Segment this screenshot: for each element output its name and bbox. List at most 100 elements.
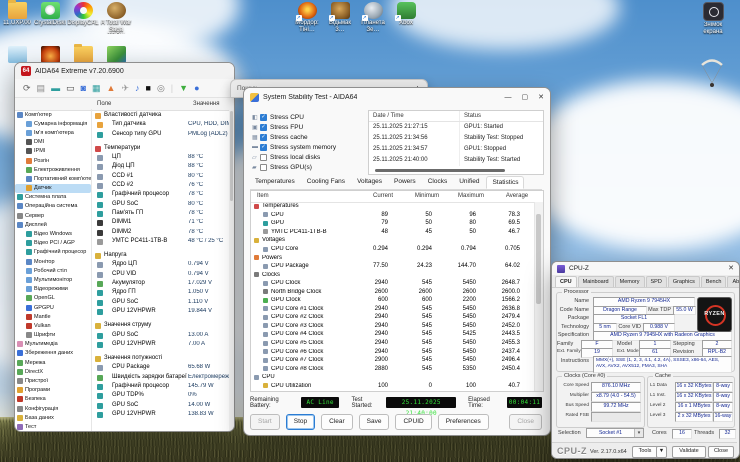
sensor-row[interactable]: Значення струму <box>92 321 232 330</box>
sensor-row[interactable]: GPU SoC1.110 V <box>92 298 232 307</box>
sensor-row[interactable]: GPU 12VHPWR19.844 V <box>92 307 232 316</box>
sidebar-item[interactable]: DMI <box>15 138 91 147</box>
sensor-row[interactable]: Акумулятор17.029 V <box>92 279 232 288</box>
tab-statistics[interactable]: Statistics <box>486 176 524 189</box>
stats-row[interactable]: CPU Package77.5024.23144.7064.02 <box>251 262 535 271</box>
sidebar-item[interactable]: Ім'я комп'ютера <box>15 128 91 137</box>
close-button[interactable]: Close <box>708 446 734 458</box>
memory-icon[interactable]: ▭ <box>66 83 75 93</box>
sensor-row[interactable]: Значення потужності <box>92 354 232 363</box>
tab-spd[interactable]: SPD <box>646 276 667 287</box>
close-icon[interactable]: ✕ <box>728 265 734 272</box>
checkbox[interactable]: ✓ <box>260 144 267 151</box>
sensor-row[interactable]: CCD #276 °C <box>92 181 232 190</box>
sensor-row[interactable]: УМТС PC411-1TB-B48 °C / 25 °C <box>92 237 232 246</box>
sidebar-item[interactable]: Тест <box>15 422 91 431</box>
sidebar-item[interactable]: OpenGL <box>15 294 91 303</box>
stats-row[interactable]: Clocks <box>251 270 535 279</box>
sidebar-item[interactable]: Робочий стіл <box>15 266 91 275</box>
aida64-scrollbar[interactable] <box>229 109 234 431</box>
sensor-row[interactable]: GPU SoC13.00 A <box>92 331 232 340</box>
tab-memory[interactable]: Memory <box>615 276 645 287</box>
stats-row[interactable]: CPU Core #6 Clock294054554502437.4 <box>251 347 535 356</box>
cpuz-titlebar[interactable]: CPU-Z ✕ <box>552 262 739 275</box>
update-icon[interactable]: ▼ <box>179 83 188 93</box>
stress-option[interactable]: ▰Stress GPU(s) <box>252 162 364 172</box>
sidebar-item[interactable]: Мультимонітор <box>15 275 91 284</box>
stats-row[interactable]: CPU Core #7 Clock290054554502496.4 <box>251 356 535 365</box>
sensor-row[interactable]: CCD #180 °C <box>92 172 232 181</box>
tab-cpu[interactable]: CPU <box>555 276 577 287</box>
sidebar-item[interactable]: Комп'ютер <box>15 110 91 119</box>
benchmark-icon[interactable]: ✈ <box>121 83 129 93</box>
desktop-icon-screenshot-app[interactable]: Знімок екрана <box>697 2 729 35</box>
sensor-row[interactable]: Ядро ГП1.050 V <box>92 288 232 297</box>
sidebar-item[interactable]: Відеорежими <box>15 285 91 294</box>
sidebar-item[interactable]: Mantle <box>15 312 91 321</box>
sidebar-item[interactable]: IPMI <box>15 147 91 156</box>
stats-row[interactable]: CPU Core #2 Clock294054554502479.4 <box>251 313 535 322</box>
stress-option[interactable]: ▣✓Stress FPU <box>252 122 364 132</box>
validate-button[interactable]: Validate <box>672 446 706 458</box>
sidebar-item[interactable]: Операційна система <box>15 202 91 211</box>
sidebar-item[interactable]: Графічний процесор <box>15 248 91 257</box>
log-row[interactable]: 25.11.2025 21:27:15GPU1: Started <box>369 122 543 133</box>
stats-row[interactable]: CPU Utilization100010040.7 <box>251 381 535 390</box>
stats-row[interactable]: Voltages <box>251 236 535 245</box>
sidebar-item[interactable]: Мультимедіа <box>15 340 91 349</box>
stress-flame-icon[interactable]: ▲ <box>107 83 116 93</box>
sensor-row[interactable]: GPU TDP%0% <box>92 391 232 400</box>
sensor-row[interactable]: CPU VID0.794 V <box>92 270 232 279</box>
stress-option[interactable]: ▬✓Stress system memory <box>252 142 364 152</box>
checkbox[interactable]: ✓ <box>260 114 267 121</box>
stats-row[interactable]: CPU Core #8 Clock288054553502450.4 <box>251 364 535 373</box>
desktop-icon-game-shortcut-1[interactable]: Мордор: Тіні… <box>291 2 323 33</box>
audio-icon[interactable]: ♪ <box>135 83 140 93</box>
tools-dropdown-icon[interactable]: ▼ <box>656 446 667 458</box>
sensor-row[interactable]: GPU SoC80 °C <box>92 200 232 209</box>
stats-row[interactable]: CPU Core #1 Clock294054554502636.8 <box>251 305 535 314</box>
checkbox[interactable]: ✓ <box>260 134 267 141</box>
stats-row[interactable]: CPU Core0.2940.2940.7940.705 <box>251 245 535 254</box>
close-icon[interactable]: ✕ <box>538 94 544 101</box>
sidebar-item[interactable]: Сервер <box>15 211 91 220</box>
clear-button[interactable]: Clear <box>321 414 353 430</box>
sidebar-item[interactable]: Системна плата <box>15 193 91 202</box>
sidebar-item[interactable]: Безпека <box>15 395 91 404</box>
stats-row[interactable]: Powers <box>251 253 535 262</box>
stats-row[interactable]: GPU Clock60060022001566.2 <box>251 296 535 305</box>
sidebar-item[interactable]: Монітор <box>15 257 91 266</box>
stress-option[interactable]: ◧✓Stress CPU <box>252 112 364 122</box>
scrollbar-thumb[interactable] <box>230 111 233 201</box>
sidebar-item[interactable]: Дисплей <box>15 220 91 229</box>
tab-mainboard[interactable]: Mainboard <box>578 276 614 287</box>
search-icon[interactable]: ● <box>194 83 199 93</box>
tab-powers[interactable]: Powers <box>389 176 421 189</box>
log-hscrollbar-thumb[interactable] <box>375 169 505 172</box>
osd-icon[interactable]: ■ <box>146 83 151 93</box>
tools-button[interactable]: Tools <box>632 446 658 458</box>
checkbox[interactable]: ✓ <box>260 124 267 131</box>
sidebar-item[interactable]: Шрифти <box>15 331 91 340</box>
sensor-row[interactable]: Ядро ЦП0.794 V <box>92 260 232 269</box>
stats-row[interactable]: CPU89509678.3 <box>251 211 535 220</box>
sidebar-item[interactable]: Пристрої <box>15 376 91 385</box>
sensor-row[interactable]: CPU Package65.68 W <box>92 363 232 372</box>
log-row[interactable]: 25.11.2025 21:40:00Stability Test: Start… <box>369 155 543 166</box>
sensor-row[interactable]: Діод ЦП88 °C <box>92 162 232 171</box>
stats-row[interactable]: CPU <box>251 373 535 382</box>
chip-icon[interactable]: ◙ <box>81 83 86 93</box>
stats-row[interactable]: Temperatures <box>251 202 535 211</box>
stats-row[interactable]: CPU Core #4 Clock294054554252443.5 <box>251 330 535 339</box>
sensor-row[interactable]: Швидкість зарядки батареїЕлектромережа <box>92 373 232 382</box>
stats-row[interactable]: CPU Clock294054554502648.7 <box>251 279 535 288</box>
refresh-icon[interactable]: ⟳ <box>23 83 31 93</box>
checkbox[interactable] <box>260 164 267 171</box>
statistics-scrollbar[interactable] <box>534 202 543 391</box>
stress-option[interactable]: ▱Stress local disks <box>252 152 364 162</box>
sidebar-item[interactable]: Мережа <box>15 358 91 367</box>
sensor-row[interactable]: Тип датчикаCPU, HDD, DIMM <box>92 120 232 129</box>
desktop-icon-total-war-troy[interactable]: A Total War Saga TROY <box>100 2 132 34</box>
tab-bench[interactable]: Bench <box>701 276 727 287</box>
socket-select[interactable]: ▾ Socket #1 <box>586 428 644 438</box>
